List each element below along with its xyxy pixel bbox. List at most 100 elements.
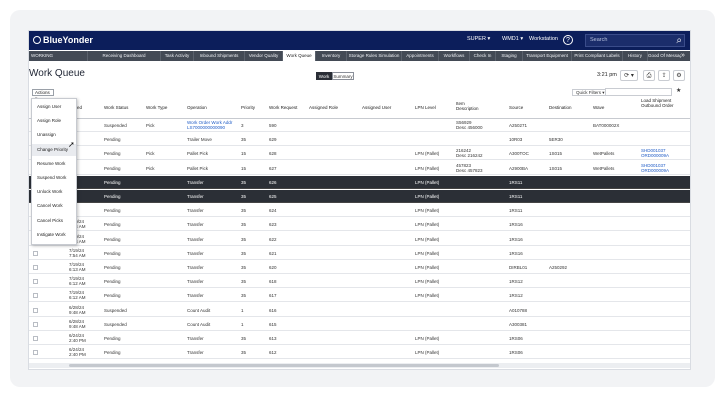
nav-tab-good-of-message[interactable]: Good Of Message [647,51,681,61]
nav-tab-check-in[interactable]: Check In [469,51,495,61]
column-header-work-status[interactable]: Work Status [104,105,128,110]
cell-work-request: 623 [269,222,277,227]
workstation-menu[interactable]: Workstation [529,36,558,42]
column-header-assigned-role[interactable]: Assigned Role [309,105,338,110]
cell-destination-value: 5ER30 [549,137,563,143]
nav-tab-staging[interactable]: Staging [495,51,522,61]
cell-priority-value: 35 [241,194,247,199]
column-header-destination[interactable]: Destination [549,105,572,110]
export-icon[interactable]: ⇪ [658,70,670,81]
nav-tab-vendor-quality[interactable]: Vendor Quality [244,51,282,61]
column-header-wave[interactable]: Wave [593,105,604,110]
menu-item-assign-role[interactable]: Assign Role [32,115,76,127]
cell-operation[interactable]: Work Order Work Addr LS7000000000090 [187,120,232,130]
column-header-lpn-level[interactable]: LPN Level [415,105,436,110]
column-header-work-request[interactable]: Work Request [269,105,297,110]
row-checkbox[interactable] [33,350,38,356]
horizontal-scrollbar[interactable] [29,363,690,368]
help-icon[interactable]: ? [563,35,573,45]
cell-priority-value: 35 [241,336,247,341]
table-row[interactable]: 7/19/24 7:54 AM Pending Transfer 35 621 LPN (P… [29,247,690,260]
favorite-star-icon[interactable]: ★ [676,87,681,94]
nav-left-label[interactable]: WORKING [29,51,87,61]
column-header-assigned-user[interactable]: Assigned User [362,105,391,110]
cell-outbound-order-value-secondary: ORD000009A [641,153,670,159]
menu-item-resume-work[interactable]: Resume Work [32,158,76,170]
table-row[interactable]: MPendingTransfer35624LPN (Pallet)1RS11 [29,204,690,218]
warehouse-menu[interactable]: WMD1 ▾ [502,36,523,42]
menu-item-suspend-work[interactable]: Suspend Work [32,172,76,184]
refresh-icon[interactable]: ⟳ ▾ [620,70,638,81]
cell-source-value: DIRBL01 [509,265,528,270]
nav-tab-work-queue[interactable]: Work Queue [282,51,315,61]
row-checkbox[interactable] [33,336,38,341]
nav-tab-history[interactable]: History [622,51,647,61]
view-toggle-work[interactable]: Work [316,72,332,80]
cell-outbound-order[interactable]: SHD001037 ORD000009A [641,148,669,158]
table-row[interactable]: MPendingPickPallet Pick15628LPN (Pallet)… [29,147,690,161]
column-header-item-description[interactable]: Item Description [456,101,482,111]
print-icon[interactable]: ⎙ [643,70,655,81]
menu-item-cancel-work[interactable]: Cancel Work [32,200,76,212]
menu-item-unlock-work[interactable]: Unlock Work [32,186,76,198]
scrollbar-thumb[interactable] [69,364,499,367]
menu-item-instigate-work[interactable]: Instigate Work [32,229,76,241]
table-row[interactable]: 7/19/24 6:12 AM Pending Transfer 35 618 LPN (P… [29,275,690,289]
menu-item-cancel-picks[interactable]: Cancel Picks [32,215,76,227]
nav-tab-workflows[interactable]: Workflows [438,51,469,61]
column-header-load-shipment-outbound-order[interactable]: Load Shipment Outbound Order [641,98,677,108]
view-toggle-summary[interactable]: Summary [332,72,354,80]
nav-tab-receiving-dashboard[interactable]: Receiving Dashboard [87,51,160,61]
row-checkbox[interactable] [33,279,38,285]
column-header-operation[interactable]: Operation [187,105,207,110]
cell-added-value-secondary: 2:40 PM [69,338,86,343]
cell-operation: Transfer [187,293,204,298]
table-row[interactable]: 6/24/24 2:40 PM Pending Transfer 35 613 LPN (P… [29,332,690,345]
column-header-priority[interactable]: Priority [241,105,255,110]
nav-tab-appointments[interactable]: Appointments [401,51,438,61]
cell-item-description: 457823 Desc 457823 [456,163,483,173]
menu-item-assign-user[interactable]: Assign User [32,101,76,113]
nav-tab-print-compliant-labels[interactable]: Print Compliant Labels [571,51,622,61]
table-row[interactable]: 6/28/24 9:48 AM Suspended Count Audit 1 616 A0… [29,304,690,317]
user-menu[interactable]: SUPER ▾ [467,36,490,42]
table-row[interactable]: 7/19/24 6:12 AM Pending Transfer 35 617 LPN (P… [29,289,690,303]
nav-tab-storage-rules-simulation[interactable]: Storage Rules Simulation [346,51,401,61]
cell-outbound-order[interactable]: SHD001037 ORD000009A [641,163,669,173]
table-row[interactable]: 7/19/247:54 AMPendingTransfer35623LPN (P… [29,218,690,232]
table-row[interactable]: 6/28/24 9:48 AM Suspended Count Audit 1 615 A3… [29,318,690,331]
cell-work-status-value: Pending [104,137,121,143]
column-header-work-type[interactable]: Work Type [146,105,167,110]
table-row[interactable]: MPendingTransfer35625LPN (Pallet)1RS11 [29,190,690,203]
quick-filters-dropdown[interactable]: Quick Filters ▾ [572,89,609,96]
logo[interactable]: BlueYonder [33,35,93,45]
settings-gear-icon[interactable]: ⚙ [673,70,685,81]
table-row[interactable]: 7/19/24 6:13 AM Pending Transfer 35 620 LPN (P… [29,261,690,274]
cell-source: 1RS11 [509,194,522,199]
cell-source-value: 1RS16 [509,222,523,228]
row-checkbox[interactable] [33,293,38,299]
table-row[interactable]: MPendingPickPallet Pick15627LPN (Pallet)… [29,162,690,175]
nav-more-icon[interactable]: » [681,51,685,61]
table-row[interactable]: PMSuspendedPickWork Order Work AddrLS700… [29,119,690,132]
cell-work-request: 627 [269,166,277,171]
cell-operation-value: Transfer [187,336,204,341]
table-row[interactable]: 7/19/247:54 AMPendingTransfer35622LPN (P… [29,233,690,246]
search-icon[interactable]: ⌕ [676,35,682,46]
global-search[interactable]: Search ⌕ [585,34,685,47]
table-row[interactable]: MPendingTransfer35626LPN (Pallet)1RS11 [29,175,690,189]
table-row[interactable]: PMPendingTrailer Move3562910R035ER30 [29,133,690,147]
filter-search-input[interactable] [605,88,672,96]
nav-tab-transport-equipment[interactable]: Transport Equipment [522,51,571,61]
row-checkbox[interactable] [33,265,38,270]
cell-work-request: 629 [269,137,277,142]
nav-tab-inbound-shipments[interactable]: Inbound Shipments [193,51,244,61]
nav-tab-task-activity[interactable]: Task Activity [160,51,193,61]
table-row[interactable]: 6/24/24 2:40 PM Pending Transfer 35 612 LPN (P… [29,346,690,360]
column-header-source[interactable]: Source [509,105,523,110]
actions-dropdown[interactable]: Actions ▾ [32,89,54,101]
nav-tab-inventory[interactable]: Inventory [315,51,346,61]
row-checkbox[interactable] [33,321,38,327]
row-checkbox[interactable] [33,307,38,313]
row-checkbox[interactable] [33,250,38,256]
